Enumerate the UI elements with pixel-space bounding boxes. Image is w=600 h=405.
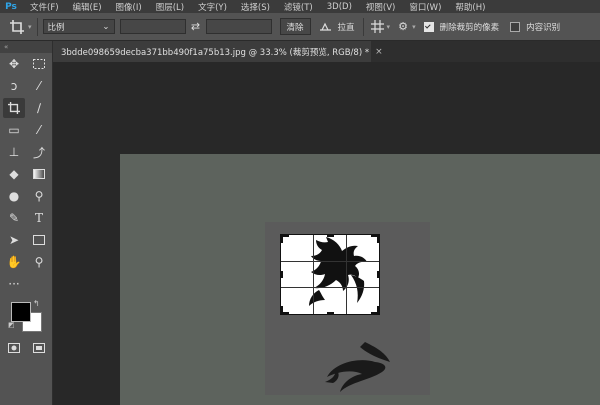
eyedropper-tool-icon[interactable]: ∕ [28,98,50,118]
menu-type[interactable]: 文字(Y) [198,1,227,13]
crop-grid-line [345,235,347,314]
delete-cropped-label[interactable]: 删除裁剪的像素 [440,21,500,33]
crop-handle-bottom-right[interactable] [377,306,380,315]
crop-grid-line [313,235,315,314]
chevron-down-icon: ⌄ [102,21,110,32]
dodge-tool-icon[interactable]: ⚲ [28,186,50,206]
path-selection-tool-icon[interactable]: ➤ [3,230,25,250]
menu-image[interactable]: 图像(I) [116,1,142,13]
gradient-tool-icon[interactable] [28,164,50,184]
swap-colors-icon[interactable]: ↰ [33,299,40,308]
delete-cropped-checkbox[interactable] [423,21,434,32]
menu-help[interactable]: 帮助(H) [455,1,485,13]
ratio-width-field[interactable] [119,19,186,34]
type-tool-icon[interactable]: T [28,208,50,228]
history-brush-tool-icon[interactable]: ⤴ [28,142,50,162]
crop-handle-right[interactable] [377,271,380,278]
lasso-tool-icon[interactable]: ↄ [3,76,25,96]
clone-stamp-tool-icon[interactable]: ⊥ [3,142,25,162]
divider [362,17,364,36]
menu-view[interactable]: 视图(V) [366,1,395,13]
crop-handle-top-right[interactable] [377,234,380,243]
chevron-down-icon[interactable]: ▾ [387,23,391,31]
crop-handle-left[interactable] [280,271,283,278]
crop-tool-preset-icon[interactable] [4,17,30,37]
magic-wand-tool-icon[interactable]: ⁄ [28,76,50,96]
marquee-tool-icon[interactable] [28,54,50,74]
quick-mask-icon[interactable] [3,338,25,358]
menu-3d[interactable]: 3D(D) [327,2,352,12]
tools-panel: « ✥ ↄ ⁄ ∕ ▭ ⁄ ⊥ ⤴ ◆ ● ⚲ ✎ T ➤ ✋ ⚲ ··· ↰ … [0,41,53,405]
canvas-workspace[interactable] [53,62,600,405]
photoshop-logo: Ps [5,1,17,12]
dragon-artwork-crop [309,237,367,306]
screen-mode-icon[interactable] [28,338,50,358]
gear-icon[interactable]: ⚙ [394,18,412,36]
menu-file[interactable]: 文件(F) [30,1,59,13]
menu-select[interactable]: 选择(S) [241,1,270,13]
brush-tool-icon[interactable]: ⁄ [28,120,50,140]
pen-tool-icon[interactable]: ✎ [3,208,25,228]
content-aware-checkbox[interactable] [510,21,521,32]
crop-tool-icon[interactable] [3,98,25,118]
zoom-tool-icon[interactable]: ⚲ [28,252,50,272]
divider [36,17,38,36]
blur-tool-icon[interactable]: ● [3,186,25,206]
ratio-height-field[interactable] [205,19,272,34]
document-tab[interactable]: 3bdde098659decba371bb490f1a75b13.jpg @ 3… [53,41,383,62]
rectangle-tool-icon[interactable] [28,230,50,250]
crop-grid-line [281,287,379,289]
hand-tool-icon[interactable]: ✋ [3,252,25,272]
foreground-color-swatch[interactable] [11,302,31,322]
menu-window[interactable]: 窗口(W) [409,1,441,13]
crop-box[interactable] [280,234,380,315]
menu-layer[interactable]: 图层(L) [156,1,184,13]
document-tab-bar: 3bdde098659decba371bb490f1a75b13.jpg @ 3… [53,41,600,62]
move-tool-icon[interactable]: ✥ [3,54,25,74]
overlay-grid-icon[interactable] [369,18,387,36]
crop-handle-top-left[interactable] [280,234,283,243]
options-bar: ▾ 比例 ⌄ ⇄ 清除 拉直 ▾ ⚙ ▾ 删除裁剪的像素 内容识别 [0,13,600,41]
content-aware-label[interactable]: 内容识别 [526,21,560,33]
clear-button[interactable]: 清除 [279,18,311,35]
menu-edit[interactable]: 编辑(E) [73,1,102,13]
panel-collapse-icon[interactable]: « [0,41,52,53]
straighten-icon[interactable] [317,18,335,36]
menu-filter[interactable]: 滤镜(T) [284,1,313,13]
healing-brush-tool-icon[interactable]: ▭ [3,120,25,140]
menu-bar: Ps 文件(F) 编辑(E) 图像(I) 图层(L) 文字(Y) 选择(S) 滤… [0,0,600,13]
color-swatches: ↰ ◩ [0,299,52,335]
straighten-label[interactable]: 拉直 [338,21,355,33]
crop-grid-line [281,261,379,263]
crop-handle-top[interactable] [327,234,334,237]
chevron-down-icon[interactable]: ▾ [28,23,32,31]
eraser-tool-icon[interactable]: ◆ [3,164,25,184]
crop-handle-bottom[interactable] [327,312,334,315]
ratio-preset-value: 比例 [47,22,65,33]
ratio-preset-select[interactable]: 比例 ⌄ [42,19,115,34]
default-colors-icon[interactable]: ◩ [8,321,15,329]
document-tab-title: 3bdde098659decba371bb490f1a75b13.jpg @ 3… [61,47,370,58]
close-icon[interactable]: × [375,47,383,57]
chevron-down-icon[interactable]: ▾ [412,23,416,31]
crop-handle-bottom-left[interactable] [280,306,283,315]
more-tools-icon[interactable]: ··· [3,274,25,294]
swap-icon[interactable]: ⇄ [186,20,206,33]
